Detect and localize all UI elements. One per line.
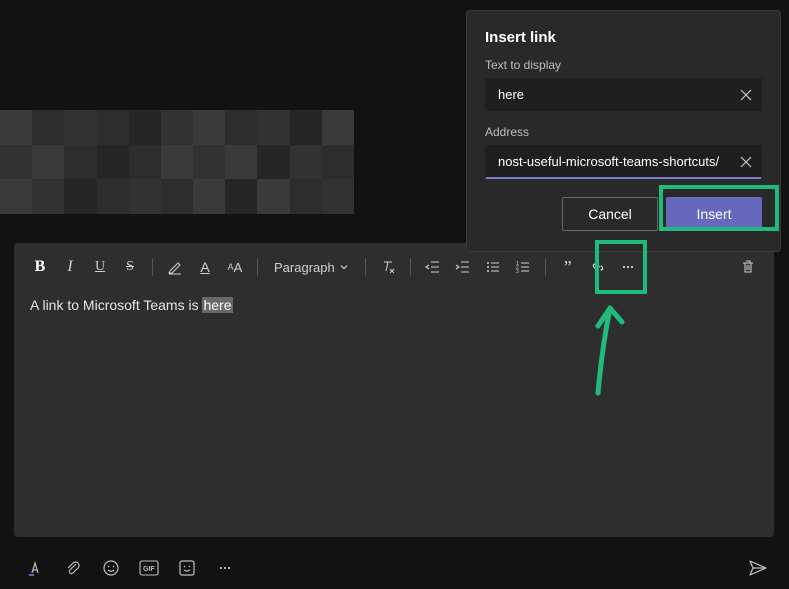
bulleted-list-button[interactable] bbox=[479, 253, 507, 281]
editor-selected-text: here bbox=[202, 297, 232, 313]
address-input[interactable] bbox=[485, 145, 762, 179]
underline-button[interactable]: U bbox=[86, 253, 114, 281]
toolbar-divider bbox=[257, 258, 258, 276]
compose-actions-bar: GIF bbox=[24, 557, 769, 579]
svg-text:3: 3 bbox=[516, 269, 519, 275]
svg-text:GIF: GIF bbox=[143, 566, 155, 573]
numbered-list-button[interactable]: 123 bbox=[509, 253, 537, 281]
more-options-button[interactable] bbox=[614, 253, 642, 281]
font-size-button[interactable]: AA bbox=[221, 253, 249, 281]
bold-button[interactable]: B bbox=[26, 253, 54, 281]
font-color-button[interactable]: A bbox=[191, 253, 219, 281]
text-to-display-input[interactable] bbox=[485, 78, 762, 111]
giphy-button[interactable]: GIF bbox=[138, 557, 160, 579]
address-label: Address bbox=[485, 125, 762, 139]
editor-content[interactable]: A link to Microsoft Teams is here bbox=[14, 291, 774, 537]
editor-text: A link to Microsoft Teams is bbox=[30, 297, 202, 313]
increase-indent-button[interactable] bbox=[449, 253, 477, 281]
decrease-indent-button[interactable] bbox=[419, 253, 447, 281]
address-input-wrap bbox=[485, 145, 762, 179]
clear-text-icon[interactable] bbox=[736, 85, 756, 105]
highlight-button[interactable] bbox=[161, 253, 189, 281]
strikethrough-button[interactable]: S bbox=[116, 253, 144, 281]
message-editor: B I U S A AA Paragraph 123 bbox=[14, 243, 774, 537]
toolbar-divider bbox=[152, 258, 153, 276]
emoji-button[interactable] bbox=[100, 557, 122, 579]
insert-link-dialog: Insert link Text to display Address Canc… bbox=[466, 10, 781, 252]
clear-formatting-button[interactable] bbox=[374, 253, 402, 281]
send-button[interactable] bbox=[747, 557, 769, 579]
chevron-down-icon bbox=[339, 262, 349, 272]
cancel-button[interactable]: Cancel bbox=[562, 197, 658, 231]
clear-address-icon[interactable] bbox=[736, 152, 756, 172]
insert-button[interactable]: Insert bbox=[666, 197, 762, 231]
italic-button[interactable]: I bbox=[56, 253, 84, 281]
attach-button[interactable] bbox=[62, 557, 84, 579]
toolbar-divider bbox=[365, 258, 366, 276]
more-actions-button[interactable] bbox=[214, 557, 236, 579]
text-to-display-input-wrap bbox=[485, 78, 762, 111]
text-to-display-label: Text to display bbox=[485, 58, 762, 72]
toolbar-divider bbox=[410, 258, 411, 276]
quote-button[interactable]: ” bbox=[554, 253, 582, 281]
paragraph-dropdown[interactable]: Paragraph bbox=[266, 253, 357, 281]
delete-button[interactable] bbox=[734, 253, 762, 281]
paragraph-label: Paragraph bbox=[274, 260, 335, 275]
insert-link-button[interactable] bbox=[584, 253, 612, 281]
redacted-content bbox=[0, 110, 354, 214]
toolbar-divider bbox=[545, 258, 546, 276]
sticker-button[interactable] bbox=[176, 557, 198, 579]
dialog-button-row: Cancel Insert bbox=[485, 197, 762, 231]
format-button[interactable] bbox=[24, 557, 46, 579]
dialog-title: Insert link bbox=[485, 29, 762, 46]
